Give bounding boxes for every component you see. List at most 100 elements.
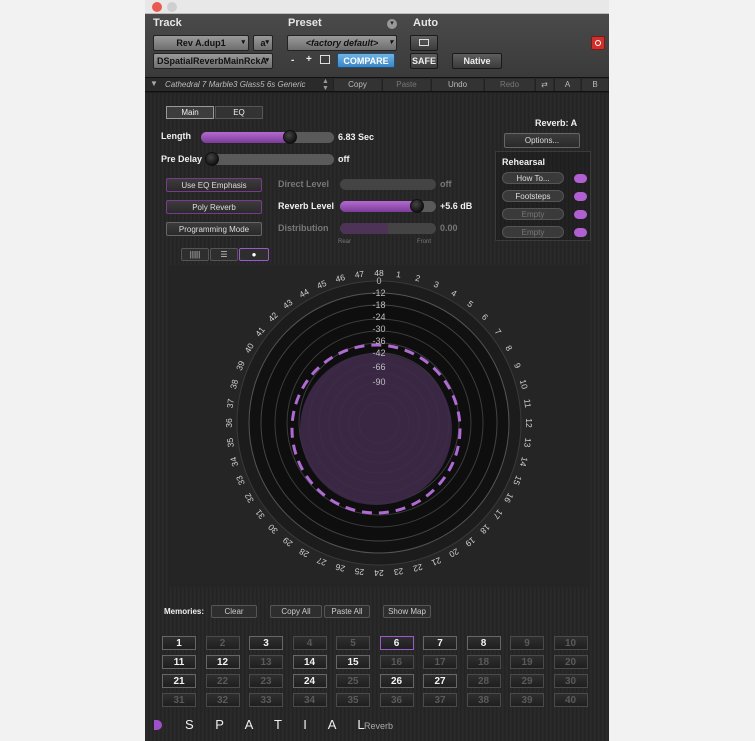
- level-ring-label: -90: [372, 377, 385, 387]
- distribution-slider[interactable]: [340, 223, 436, 234]
- redo-button[interactable]: Redo: [484, 79, 534, 91]
- rehearsal-howto-play-icon[interactable]: [574, 174, 587, 183]
- rehearsal-howto-button[interactable]: How To...: [502, 172, 564, 184]
- bars-icon: |||||: [189, 250, 201, 259]
- copy-button[interactable]: Copy: [333, 79, 381, 91]
- memory-slot-8[interactable]: 8: [466, 636, 501, 650]
- direct-level-slider[interactable]: [340, 179, 436, 190]
- memory-slot-13[interactable]: 13: [249, 655, 283, 669]
- memory-slot-28[interactable]: 28: [466, 674, 501, 688]
- options-button[interactable]: Options...: [504, 133, 580, 148]
- length-slider-knob[interactable]: [283, 130, 298, 144]
- memory-slot-23[interactable]: 23: [249, 674, 283, 688]
- memory-slot-20[interactable]: 20: [553, 655, 588, 669]
- memory-slot-35[interactable]: 35: [336, 693, 370, 707]
- paste-all-button[interactable]: Paste All: [324, 605, 370, 618]
- undo-button[interactable]: Undo: [431, 79, 483, 91]
- preset-menu-icon[interactable]: ▾: [387, 19, 397, 29]
- preset-previous-button[interactable]: -: [291, 55, 294, 66]
- memory-slot-9[interactable]: 9: [510, 636, 544, 650]
- memory-slot-32[interactable]: 32: [205, 693, 240, 707]
- memory-slot-18[interactable]: 18: [466, 655, 501, 669]
- memory-slot-11[interactable]: 11: [162, 655, 196, 669]
- memory-slot-17[interactable]: 17: [423, 655, 457, 669]
- angle-label: 12: [524, 418, 534, 428]
- memory-slot-7[interactable]: 7: [423, 636, 457, 650]
- memory-slot-36[interactable]: 36: [379, 693, 414, 707]
- poly-reverb-button[interactable]: Poly Reverb: [166, 200, 262, 214]
- rehearsal-empty-button[interactable]: Empty: [502, 208, 564, 220]
- insert-select[interactable]: DSpatialReverbMainRckA ▾: [153, 53, 273, 69]
- preset-stepper-icon[interactable]: ▲ ▼: [322, 78, 329, 92]
- close-window-icon[interactable]: [152, 2, 162, 12]
- rehearsal-panel: Rehearsal How To... Footsteps Empty Empt…: [495, 151, 591, 241]
- copy-all-button[interactable]: Copy All: [270, 605, 322, 618]
- memory-slot-30[interactable]: 30: [553, 674, 588, 688]
- rehearsal-footsteps-button[interactable]: Footsteps: [502, 190, 564, 202]
- programming-mode-button[interactable]: Programming Mode: [166, 222, 262, 236]
- rehearsal-empty-button-2[interactable]: Empty: [502, 226, 564, 238]
- memory-slot-12[interactable]: 12: [205, 655, 240, 669]
- memory-slot-25[interactable]: 25: [336, 674, 370, 688]
- automation-button[interactable]: [410, 35, 438, 51]
- tab-main[interactable]: Main: [166, 106, 214, 119]
- memory-slot-29[interactable]: 29: [510, 674, 544, 688]
- rehearsal-empty-play-icon-2[interactable]: [574, 228, 587, 237]
- memory-slot-33[interactable]: 33: [249, 693, 283, 707]
- memory-slot-21[interactable]: 21: [162, 674, 196, 688]
- memory-slot-5[interactable]: 5: [336, 636, 370, 650]
- preset-select[interactable]: <factory default> ▾: [287, 35, 397, 51]
- b-button[interactable]: B: [581, 79, 608, 91]
- tab-eq[interactable]: EQ: [215, 106, 263, 119]
- predelay-slider-knob[interactable]: [205, 152, 219, 166]
- memory-slot-27[interactable]: 27: [423, 674, 457, 688]
- memory-slot-31[interactable]: 31: [162, 693, 196, 707]
- memory-slot-10[interactable]: 10: [553, 636, 588, 650]
- track-suffix-select[interactable]: a ▾: [253, 35, 273, 51]
- ab-swap-icon[interactable]: ⇄: [535, 79, 553, 91]
- circle-icon: ●: [251, 250, 257, 259]
- view-circle-button[interactable]: ●: [239, 248, 269, 261]
- safe-button[interactable]: SAFE: [410, 53, 438, 69]
- memory-slot-40[interactable]: 40: [553, 693, 588, 707]
- memory-slot-34[interactable]: 34: [292, 693, 327, 707]
- rehearsal-footsteps-play-icon[interactable]: [574, 192, 587, 201]
- preset-toolbar: ▼ Cathedral 7 Marble3 Glass5 6s Generic …: [145, 78, 609, 92]
- memory-slot-38[interactable]: 38: [466, 693, 501, 707]
- minimize-window-icon[interactable]: [167, 2, 177, 12]
- spatial-display[interactable]: 0 -12 -18 -24 -30 -36 -42 -66 -90 1 2 3 4 5 6 7 8 9 10 11 12…: [169, 265, 590, 587]
- predelay-slider[interactable]: [207, 154, 334, 165]
- clear-button[interactable]: Clear: [211, 605, 257, 618]
- memory-slot-26[interactable]: 26: [379, 674, 414, 688]
- memory-slot-4[interactable]: 4: [292, 636, 327, 650]
- memory-slot-3[interactable]: 3: [249, 636, 283, 650]
- memory-slot-24[interactable]: 24: [292, 674, 327, 688]
- view-bars-button[interactable]: |||||: [181, 248, 209, 261]
- preset-name: Cathedral 7 Marble3 Glass5 6s Generic: [165, 80, 306, 89]
- rehearsal-empty-play-icon[interactable]: [574, 210, 587, 219]
- bypass-button[interactable]: [591, 36, 605, 50]
- use-eq-emphasis-button[interactable]: Use EQ Emphasis: [166, 178, 262, 192]
- memory-slot-14[interactable]: 14: [292, 655, 327, 669]
- show-map-button[interactable]: Show Map: [383, 605, 431, 618]
- memory-slot-1[interactable]: 1: [162, 636, 196, 650]
- reverb-level-slider-knob[interactable]: [409, 199, 424, 213]
- memory-slot-19[interactable]: 19: [510, 655, 544, 669]
- preset-next-button[interactable]: +: [306, 54, 312, 65]
- native-button[interactable]: Native: [452, 53, 502, 69]
- preset-menu-arrow-icon[interactable]: ▼: [150, 79, 158, 88]
- length-slider[interactable]: [201, 132, 334, 143]
- memory-slot-16[interactable]: 16: [379, 655, 414, 669]
- memory-slot-37[interactable]: 37: [423, 693, 457, 707]
- compare-button[interactable]: COMPARE: [337, 53, 395, 68]
- a-button[interactable]: A: [554, 79, 580, 91]
- memory-slot-6[interactable]: 6: [379, 636, 414, 650]
- memory-slot-22[interactable]: 22: [205, 674, 240, 688]
- memory-slot-2[interactable]: 2: [205, 636, 240, 650]
- track-select[interactable]: Rev A.dup1 ▾: [153, 35, 249, 51]
- paste-button[interactable]: Paste: [382, 79, 430, 91]
- memory-slot-15[interactable]: 15: [336, 655, 370, 669]
- copy-settings-icon[interactable]: [320, 55, 330, 64]
- view-list-button[interactable]: ☰: [210, 248, 238, 261]
- memory-slot-39[interactable]: 39: [510, 693, 544, 707]
